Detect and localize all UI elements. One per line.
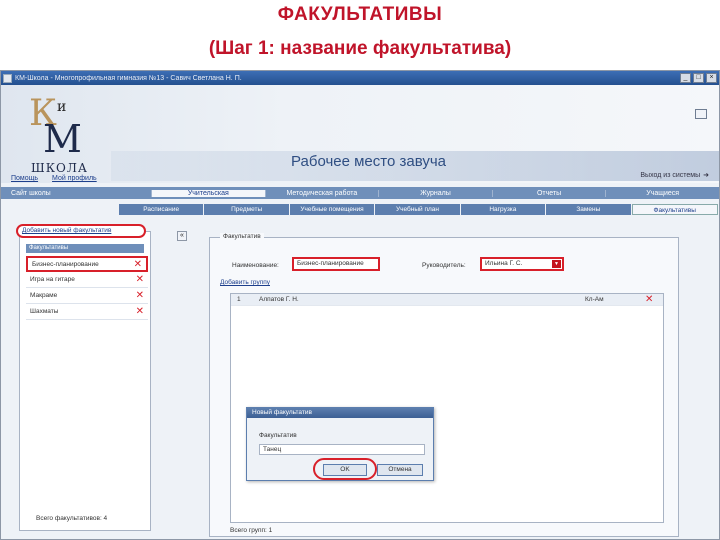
subtab-rooms[interactable]: Учебные помещения [289, 204, 375, 215]
tab-school-site[interactable]: Сайт школы [1, 190, 151, 197]
slide-subtitle: (Шаг 1: название факультатива) [208, 38, 512, 59]
workplace-title: Рабочее место завуча [291, 153, 447, 170]
delete-icon[interactable]: ✕ [645, 294, 663, 305]
exit-link[interactable]: Выход из системы ➜ [640, 171, 709, 180]
list-header: Факультативы [26, 244, 144, 253]
head-select-value: Ильина Г. С. [485, 260, 523, 267]
list-item[interactable]: Бизнес-планирование ✕ [26, 256, 148, 272]
dialog-label: Факультатив [259, 432, 297, 439]
edit-icon[interactable] [695, 109, 707, 119]
electives-list-panel: Добавить новый факультатив Факультативы … [16, 224, 151, 531]
subtab-electives[interactable]: Факультативы [631, 204, 718, 215]
logo-letter-i: и [57, 99, 67, 115]
chevron-down-icon[interactable]: ▼ [552, 260, 561, 268]
delete-icon[interactable]: ✕ [134, 259, 142, 270]
row-number: 1 [237, 296, 241, 303]
new-elective-dialog: Новый факультатив Факультатив Танец OK О… [246, 407, 434, 481]
logo-school-text: ШКОЛА [31, 161, 88, 175]
sub-nav: Расписание Предметы Учебные помещения Уч… [119, 204, 719, 215]
add-group-link[interactable]: Добавить группу [220, 279, 270, 286]
add-elective-button[interactable]: Добавить новый факультатив [16, 224, 146, 238]
exit-label: Выход из системы [640, 171, 701, 179]
list-item-label: Макраме [30, 292, 58, 299]
cancel-button[interactable]: Отмена [377, 464, 423, 476]
subtab-substitutions[interactable]: Замены [546, 204, 631, 215]
head-label: Руководитель: [422, 262, 466, 269]
panel-legend: Факультатив [220, 233, 264, 240]
row-info: Кл-Ам [585, 296, 604, 303]
subtab-subjects[interactable]: Предметы [204, 204, 289, 215]
maximize-button[interactable]: □ [693, 73, 704, 83]
head-select[interactable]: Ильина Г. С. ▼ [480, 257, 564, 271]
help-link[interactable]: Помощь [11, 175, 38, 182]
list-item[interactable]: Игра на гитаре ✕ [26, 272, 148, 288]
delete-icon[interactable]: ✕ [136, 274, 144, 285]
top-links: Помощь Мой профиль [11, 175, 97, 182]
app-window: КМ-Школа - Многопрофильная гимназия №13 … [0, 70, 720, 540]
profile-link[interactable]: Мой профиль [52, 175, 97, 182]
app-header: К и М ШКОЛА Рабочее место завуча [1, 85, 719, 183]
close-window-button[interactable]: × [706, 73, 717, 83]
elective-detail-panel: Факультатив Наименование: Бизнес-планиро… [209, 233, 679, 537]
main-nav: Сайт школы Учительская Методическая рабо… [1, 187, 719, 199]
tab-teachers-room[interactable]: Учительская [151, 189, 265, 197]
delete-icon[interactable]: ✕ [136, 290, 144, 301]
list-item[interactable]: Шахматы ✕ [26, 304, 148, 320]
window-titlebar: КМ-Школа - Многопрофильная гимназия №13 … [1, 71, 719, 85]
tab-methodical-work[interactable]: Методическая работа [264, 189, 379, 197]
window-title: КМ-Школа - Многопрофильная гимназия №13 … [15, 74, 242, 82]
electives-list: Бизнес-планирование ✕ Игра на гитаре ✕ М… [26, 256, 148, 320]
subtab-curriculum[interactable]: Учебный план [375, 204, 460, 215]
list-item[interactable]: Макраме ✕ [26, 288, 148, 304]
slide-title: ФАКУЛЬТАТИВЫ [277, 4, 443, 25]
dialog-title: Новый факультатив [247, 408, 433, 418]
list-item-label: Шахматы [30, 308, 59, 315]
list-item-label: Игра на гитаре [30, 276, 75, 283]
table-row[interactable]: 1 Алпатов Г. Н. Кл-Ам ✕ [231, 294, 663, 306]
name-label: Наименование: [232, 262, 279, 269]
elective-name-input[interactable]: Танец [259, 444, 425, 455]
km-school-logo: К и М ШКОЛА [25, 91, 97, 175]
delete-icon[interactable]: ✕ [136, 306, 144, 317]
subtab-schedule[interactable]: Расписание [119, 204, 204, 215]
electives-total: Всего факультативов: 4 [36, 515, 108, 522]
tab-reports[interactable]: Отчеты [491, 189, 606, 197]
ok-button[interactable]: OK [323, 464, 367, 476]
name-input[interactable]: Бизнес-планирование [292, 257, 380, 271]
tab-journals[interactable]: Журналы [378, 189, 492, 197]
app-icon [3, 73, 12, 83]
groups-total: Всего групп: 1 [230, 527, 273, 534]
subtab-workload[interactable]: Нагрузка [460, 204, 546, 215]
arrow-right-icon: ➜ [703, 172, 709, 179]
row-teacher: Алпатов Г. Н. [259, 296, 299, 303]
minimize-button[interactable]: _ [680, 73, 691, 83]
logo-letter-m: М [43, 117, 82, 161]
list-item-label: Бизнес-планирование [32, 260, 99, 268]
tab-students[interactable]: Учащиеся [605, 189, 719, 197]
collapse-icon[interactable]: « [177, 231, 187, 241]
